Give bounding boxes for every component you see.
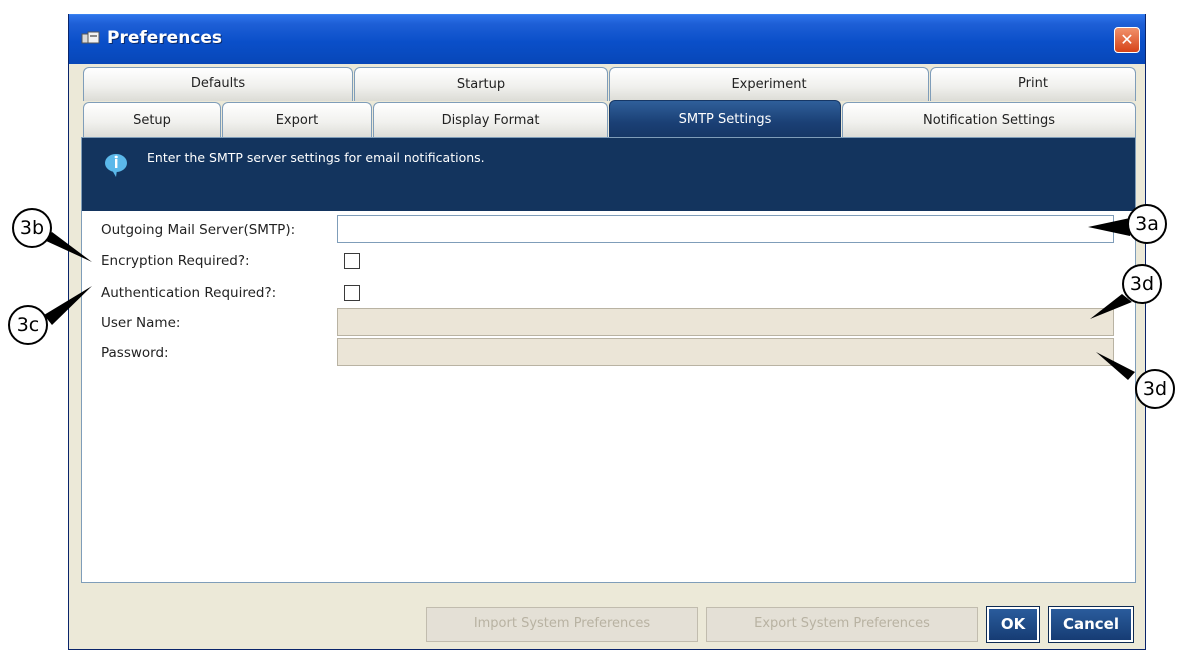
callout-arrow-3d-lower [1096,352,1135,380]
callout-arrow-3c [44,286,92,325]
callout-arrow-3d-upper [1090,294,1132,319]
callout-arrow-3b [44,232,92,262]
callout-3a: 3a [1127,204,1167,244]
callout-3b: 3b [12,208,52,248]
screenshot-stage: Preferences ✕ Defaults Startup Experimen… [0,0,1179,652]
callout-arrows [44,218,1135,380]
callout-arrow-3a [1088,218,1130,236]
callout-3c: 3c [8,305,48,345]
callout-3d-upper: 3d [1122,264,1162,304]
callout-3d-lower: 3d [1135,369,1175,409]
